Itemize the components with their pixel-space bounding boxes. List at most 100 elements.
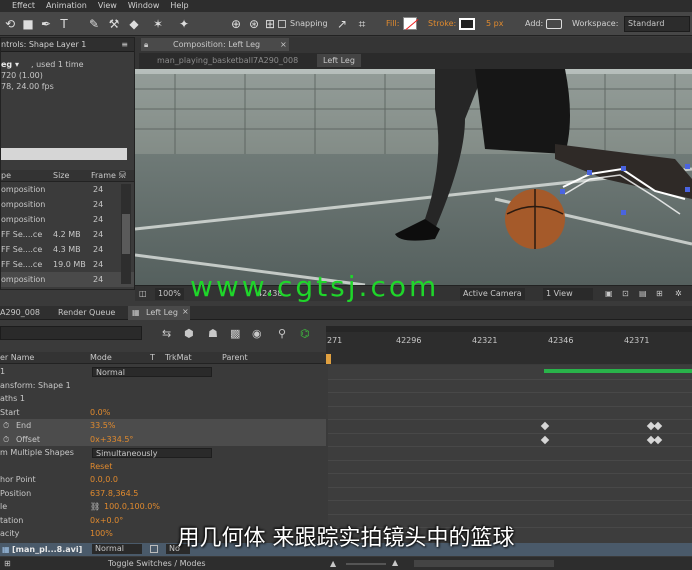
flowchart-icon[interactable]: ⛁ bbox=[119, 170, 126, 179]
column-layer-name[interactable]: er Name bbox=[0, 353, 34, 362]
list-item[interactable]: FF Se....ce 4.3 MB 24 bbox=[1, 242, 134, 257]
time-ruler[interactable]: 271 42296 42321 42346 42371 bbox=[326, 326, 692, 364]
column-t[interactable]: T bbox=[150, 353, 155, 362]
work-area-bar[interactable] bbox=[326, 326, 692, 332]
current-time-indicator[interactable] bbox=[326, 354, 331, 364]
lock-icon[interactable]: 🔒︎ bbox=[144, 38, 148, 51]
tab-footage[interactable]: A290_008 bbox=[0, 308, 40, 317]
rotate-tool-icon[interactable]: ⟲ bbox=[2, 16, 18, 32]
tab-render-queue[interactable]: Render Queue bbox=[58, 308, 115, 317]
menu-animation[interactable]: Animation bbox=[46, 0, 87, 12]
puppet-pin-icon[interactable]: ✦ bbox=[176, 16, 192, 32]
table-row[interactable]: m Multiple Shapes Simultaneously bbox=[0, 446, 326, 460]
stroke-label: Stroke: bbox=[428, 19, 457, 28]
motion-blur-icon[interactable]: ◉ bbox=[252, 327, 262, 340]
effect-controls-tab[interactable]: ntrols: Shape Layer 1 ≡ bbox=[1, 38, 134, 52]
panel-menu-icon[interactable]: ≡ bbox=[121, 38, 128, 52]
item-fps: 78, 24.00 fps bbox=[1, 82, 54, 91]
region-icon[interactable]: ◫ bbox=[139, 289, 147, 298]
timeline-search-input[interactable] bbox=[0, 326, 142, 340]
toggle-transparency-icon[interactable]: ▣ bbox=[605, 289, 613, 298]
table-row[interactable]: hor Point 0.0,0.0 bbox=[0, 473, 326, 487]
type-tool-icon[interactable]: T bbox=[56, 16, 72, 32]
graph-editor-icon[interactable]: ⌬ bbox=[300, 327, 310, 340]
breadcrumb-parent[interactable]: man_playing_basketball7A290_008 bbox=[157, 56, 298, 65]
tab-composition[interactable]: 🔒︎ Composition: Left Leg × bbox=[141, 38, 289, 51]
list-item[interactable]: FF Se....ce 4.2 MB 24 bbox=[1, 227, 134, 242]
frame-blending-icon[interactable]: ▩ bbox=[230, 327, 240, 340]
brainstorm-icon[interactable]: ⚲ bbox=[278, 327, 286, 340]
comp-mini-flowchart-icon[interactable]: ⇆ bbox=[162, 327, 171, 340]
column-type[interactable]: pe bbox=[1, 171, 11, 180]
list-item[interactable]: omposition 24 bbox=[1, 212, 134, 227]
fast-preview-icon[interactable]: ⊡ bbox=[622, 289, 629, 298]
stroke-swatch[interactable] bbox=[459, 18, 475, 30]
table-row[interactable]: ⏱︎ Offset 0x+334.5° bbox=[0, 432, 326, 446]
table-row[interactable]: Reset bbox=[0, 460, 326, 474]
project-panel: ntrols: Shape Layer 1 ≡ eg ▾ , used 1 ti… bbox=[0, 37, 135, 290]
close-icon[interactable]: × bbox=[280, 38, 287, 51]
project-scrollbar[interactable] bbox=[121, 184, 131, 284]
item-name[interactable]: eg ▾ bbox=[1, 60, 19, 69]
clone-stamp-icon[interactable]: ⚒ bbox=[106, 16, 122, 32]
close-icon[interactable]: × bbox=[182, 307, 189, 316]
layer-duration-bar[interactable] bbox=[544, 369, 692, 373]
column-parent[interactable]: Parent bbox=[222, 353, 248, 362]
column-mode[interactable]: Mode bbox=[90, 353, 112, 362]
world-axis-icon[interactable]: ⊞ bbox=[262, 16, 278, 32]
menu-window[interactable]: Window bbox=[128, 0, 160, 12]
reset-link: Reset bbox=[90, 461, 113, 471]
add-shape-icon[interactable] bbox=[546, 19, 562, 29]
table-row[interactable]: Position 637.8,364.5 bbox=[0, 487, 326, 501]
layer-row-1[interactable]: 1 Normal bbox=[0, 365, 326, 379]
snapping-checkbox[interactable] bbox=[278, 20, 286, 28]
table-row[interactable]: Start 0.0% bbox=[0, 406, 326, 420]
ruler-label: 42371 bbox=[624, 336, 650, 345]
scrollbar-thumb[interactable] bbox=[122, 214, 130, 254]
exposure-icon[interactable]: ✲ bbox=[675, 289, 682, 298]
stroke-width[interactable]: 5 px bbox=[486, 19, 503, 28]
workspace-select[interactable]: Standard bbox=[624, 16, 690, 32]
menu-view[interactable]: View bbox=[98, 0, 117, 12]
zoom-slider[interactable] bbox=[346, 563, 386, 565]
project-search-input[interactable] bbox=[1, 148, 127, 160]
list-item[interactable]: omposition 24 bbox=[1, 197, 134, 212]
list-item[interactable]: omposition 24 bbox=[1, 272, 134, 287]
tab-left-leg[interactable]: ▦ Left Leg × bbox=[128, 306, 190, 320]
composition-viewer[interactable] bbox=[135, 69, 692, 285]
eraser-tool-icon[interactable]: ◆ bbox=[126, 16, 142, 32]
brush-tool-icon[interactable]: ✎ bbox=[86, 16, 102, 32]
table-row[interactable]: ⏱︎ End 33.5% bbox=[0, 419, 326, 433]
view-select[interactable]: 1 View bbox=[543, 288, 593, 300]
list-item[interactable]: omposition 24 bbox=[1, 182, 134, 197]
draft-3d-icon[interactable]: ⬢ bbox=[184, 327, 194, 340]
effect-controls-title: ntrols: Shape Layer 1 bbox=[1, 40, 87, 49]
local-axis-icon[interactable]: ⊛ bbox=[246, 16, 262, 32]
menu-effect[interactable]: Effect bbox=[12, 0, 35, 12]
table-row[interactable]: ansform: Shape 1 bbox=[0, 379, 326, 393]
pen-tool-icon[interactable]: ✒ bbox=[38, 16, 54, 32]
timeline-icon[interactable]: ▤ bbox=[639, 289, 647, 298]
roto-brush-icon[interactable]: ✶ bbox=[150, 16, 166, 32]
snap-extend-icon[interactable]: ↗ bbox=[334, 16, 350, 32]
breadcrumb-current[interactable]: Left Leg bbox=[317, 54, 361, 67]
rectangle-tool-icon[interactable]: ■ bbox=[20, 16, 36, 32]
column-size[interactable]: Size bbox=[53, 171, 69, 180]
camera-select[interactable]: Active Camera bbox=[460, 288, 525, 300]
expand-panes-icon[interactable]: ⊞ bbox=[4, 559, 11, 568]
zoom-select[interactable]: 100% bbox=[155, 288, 184, 300]
table-row[interactable]: le ⛓︎ 100.0,100.0% bbox=[0, 500, 326, 514]
flowchart-icon[interactable]: ⊞ bbox=[656, 289, 663, 298]
fill-swatch[interactable] bbox=[403, 17, 419, 31]
zoom-out-icon[interactable]: ▲ bbox=[330, 559, 336, 568]
toggle-switches-button[interactable]: Toggle Switches / Modes bbox=[108, 559, 206, 568]
table-row[interactable]: aths 1 bbox=[0, 392, 326, 406]
axis-icon[interactable]: ⊕ bbox=[228, 16, 244, 32]
hide-shy-icon[interactable]: ☗ bbox=[208, 327, 218, 340]
column-trkmat[interactable]: TrkMat bbox=[165, 353, 192, 362]
timeline-scrollbar[interactable] bbox=[414, 560, 554, 567]
snap-target-icon[interactable]: ⌗ bbox=[354, 16, 370, 32]
list-item[interactable]: FF Se....ce 19.0 MB 24 bbox=[1, 257, 134, 272]
menu-help[interactable]: Help bbox=[170, 0, 188, 12]
zoom-in-icon[interactable]: ▲ bbox=[392, 558, 398, 567]
